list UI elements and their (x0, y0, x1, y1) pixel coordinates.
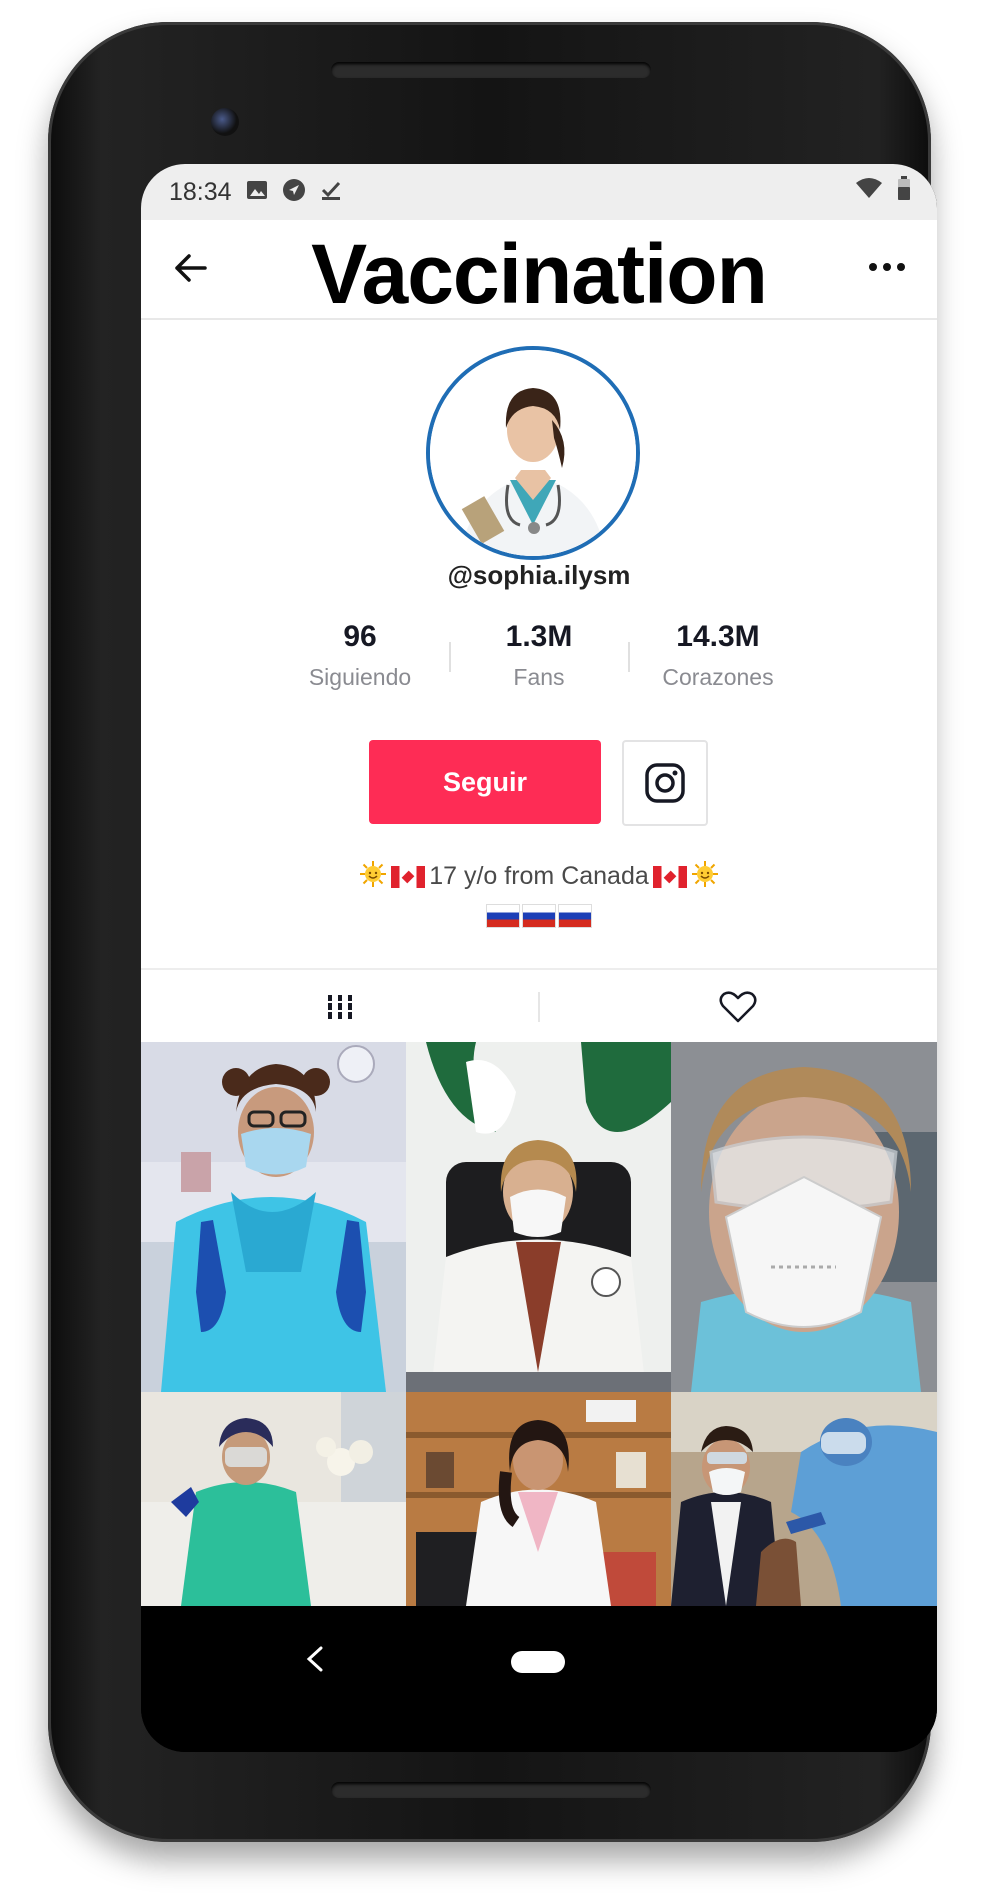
stat-label: Fans (513, 664, 565, 690)
more-dots-icon[interactable] (867, 260, 907, 279)
bio: 17 y/o from Canada (141, 860, 937, 893)
video-thumbnail[interactable] (406, 1392, 671, 1606)
sun-emoji (359, 860, 387, 893)
avatar[interactable] (426, 346, 640, 560)
top-bar: Vaccination (141, 220, 937, 321)
phone-screen: 18:34 Vaccination @sophia.ilysm 96 Sigui… (141, 164, 937, 1752)
top-speaker (331, 62, 651, 78)
canada-flag (391, 865, 426, 888)
battery-icon (897, 176, 911, 205)
russia-flag (558, 904, 592, 928)
username: @sophia.ilysm (447, 560, 631, 590)
vaccine-injection-thumbnail (671, 1392, 937, 1606)
video-thumbnail[interactable] (406, 1042, 671, 1392)
system-nav-bar (141, 1606, 937, 1752)
canada-flag (652, 865, 687, 888)
profile-stats: 96 Siguiendo 1.3M Fans 14.3M Corazones (271, 620, 807, 700)
nurse-thumbs-up-thumbnail (141, 1392, 406, 1606)
nav-back-icon[interactable] (303, 1644, 327, 1679)
doctor-at-desk-thumbnail (406, 1042, 671, 1392)
content-tabs (141, 968, 937, 1044)
follow-button[interactable]: Seguir (369, 740, 601, 824)
video-thumbnail[interactable] (671, 1392, 937, 1606)
nurse-in-blue-gown-thumbnail (141, 1042, 406, 1392)
stat-label: Siguiendo (308, 664, 412, 690)
stat-value: 96 (343, 620, 377, 653)
sun-emoji (691, 860, 719, 893)
stat-value: 1.3M (505, 620, 573, 653)
instagram-icon (645, 763, 685, 803)
status-bar: 18:34 (141, 164, 937, 220)
nav-home-button[interactable] (511, 1651, 565, 1673)
stat-likes[interactable]: 14.3M Corazones (629, 620, 807, 691)
doctor-in-office-thumbnail (406, 1392, 671, 1606)
doctor-avatar-illustration (430, 350, 636, 556)
bottom-speaker (331, 1782, 651, 1798)
russia-flag (486, 904, 520, 928)
heart-outline-icon (719, 991, 757, 1023)
tab-liked[interactable] (539, 970, 937, 1044)
video-thumbnail[interactable] (141, 1042, 406, 1392)
location-arrow-icon (282, 178, 306, 207)
video-grid-icon (325, 995, 355, 1019)
download-done-icon (320, 179, 342, 206)
stat-fans[interactable]: 1.3M Fans (450, 620, 628, 691)
video-thumbnail[interactable] (671, 1042, 937, 1392)
instagram-button[interactable] (622, 740, 708, 826)
stat-following[interactable]: 96 Siguiendo (271, 620, 449, 691)
stat-value: 14.3M (676, 620, 760, 653)
status-time: 18:34 (169, 177, 232, 206)
russia-flag (522, 904, 556, 928)
profile-screen: Vaccination @sophia.ilysm 96 Siguiendo 1… (141, 220, 937, 1606)
masked-health-worker-thumbnail (671, 1042, 937, 1392)
wifi-icon (855, 177, 883, 204)
page-title: Vaccination (311, 227, 768, 321)
video-grid (141, 1042, 937, 1606)
front-camera (211, 108, 239, 136)
bio-flags (141, 904, 937, 928)
phone-frame: 18:34 Vaccination @sophia.ilysm 96 Sigui… (48, 22, 937, 1842)
tab-videos[interactable] (141, 970, 539, 1044)
image-icon (246, 179, 268, 206)
bio-text: 17 y/o from Canada (429, 862, 649, 890)
stat-label: Corazones (662, 664, 774, 690)
video-thumbnail[interactable] (141, 1392, 406, 1606)
